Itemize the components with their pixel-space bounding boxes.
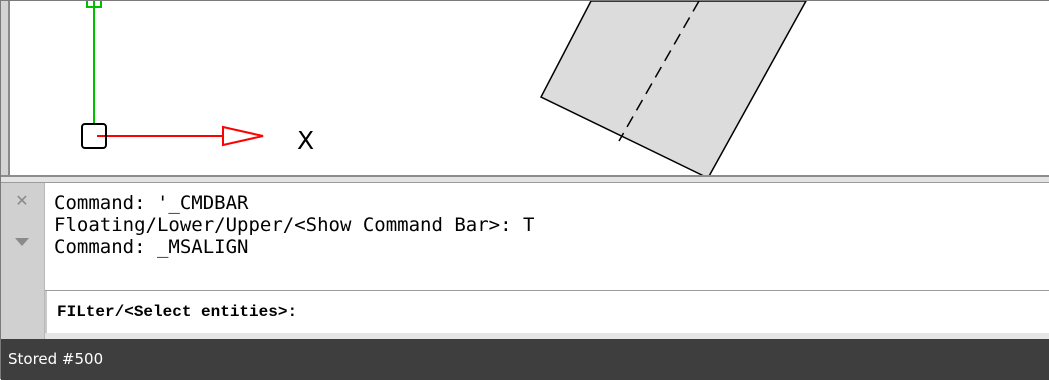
command-window-gutter: ✕: [1, 183, 45, 339]
drawing-viewport[interactable]: X: [1, 1, 1049, 178]
triangle-down-icon[interactable]: [15, 238, 29, 246]
command-history: Command: '_CMDBAR Floating/Lower/Upper/<…: [45, 183, 1049, 291]
command-history-line: Floating/Lower/Upper/<Show Command Bar>:…: [54, 214, 535, 236]
command-history-line: Command: _MSALIGN: [54, 236, 249, 258]
command-window: ✕ Command: '_CMDBAR Floating/Lower/Upper…: [1, 183, 1049, 339]
status-bar: Stored #500: [1, 339, 1049, 380]
command-history-line: Command: '_CMDBAR: [54, 192, 249, 214]
viewport-command-splitter[interactable]: [1, 175, 1049, 183]
ucs-x-arrowhead: [222, 125, 264, 147]
ucs-x-label: X: [297, 126, 314, 155]
command-input[interactable]: FILter/<Select entities>:: [45, 291, 1049, 333]
status-text: Stored #500: [8, 350, 104, 368]
close-icon[interactable]: ✕: [14, 193, 30, 209]
drawing-canvas[interactable]: X: [1, 1, 1049, 178]
app-frame: X ✕ Command: '_CMDBAR Floating/Lower/Upp…: [0, 0, 1049, 380]
drawing-entity-rectangle[interactable]: [539, 1, 807, 178]
